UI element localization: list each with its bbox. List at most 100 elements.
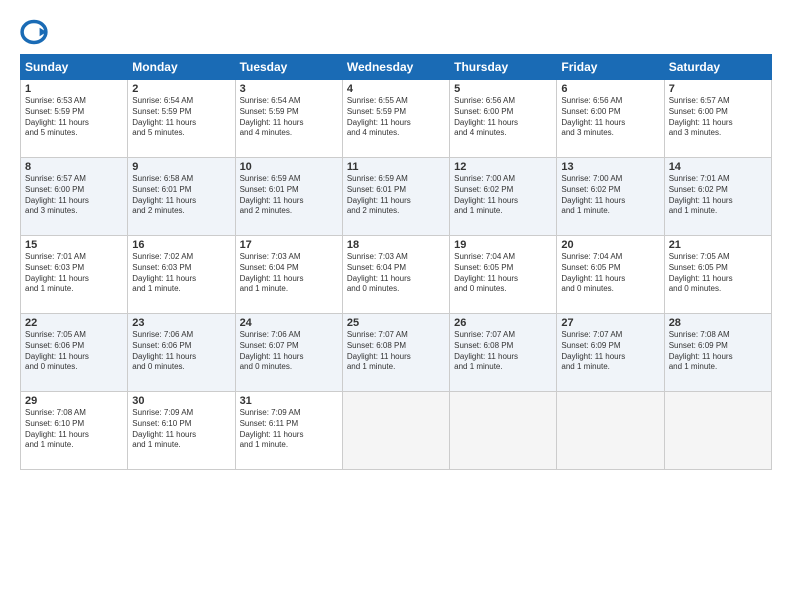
day-number: 27 xyxy=(561,317,659,329)
day-cell: 29Sunrise: 7:08 AM Sunset: 6:10 PM Dayli… xyxy=(21,392,128,470)
day-cell: 1Sunrise: 6:53 AM Sunset: 5:59 PM Daylig… xyxy=(21,80,128,158)
day-detail: Sunrise: 7:09 AM Sunset: 6:11 PM Dayligh… xyxy=(240,408,338,451)
day-cell: 14Sunrise: 7:01 AM Sunset: 6:02 PM Dayli… xyxy=(664,158,771,236)
day-cell: 23Sunrise: 7:06 AM Sunset: 6:06 PM Dayli… xyxy=(128,314,235,392)
day-cell: 30Sunrise: 7:09 AM Sunset: 6:10 PM Dayli… xyxy=(128,392,235,470)
day-number: 26 xyxy=(454,317,552,329)
day-number: 17 xyxy=(240,239,338,251)
day-cell xyxy=(450,392,557,470)
day-number: 5 xyxy=(454,83,552,95)
day-number: 13 xyxy=(561,161,659,173)
day-detail: Sunrise: 6:54 AM Sunset: 5:59 PM Dayligh… xyxy=(132,96,230,139)
day-cell: 21Sunrise: 7:05 AM Sunset: 6:05 PM Dayli… xyxy=(664,236,771,314)
day-cell: 22Sunrise: 7:05 AM Sunset: 6:06 PM Dayli… xyxy=(21,314,128,392)
col-header-saturday: Saturday xyxy=(664,55,771,80)
day-detail: Sunrise: 7:01 AM Sunset: 6:02 PM Dayligh… xyxy=(669,174,767,217)
day-detail: Sunrise: 6:53 AM Sunset: 5:59 PM Dayligh… xyxy=(25,96,123,139)
day-detail: Sunrise: 7:05 AM Sunset: 6:06 PM Dayligh… xyxy=(25,330,123,373)
week-row-2: 8Sunrise: 6:57 AM Sunset: 6:00 PM Daylig… xyxy=(21,158,772,236)
day-detail: Sunrise: 7:07 AM Sunset: 6:08 PM Dayligh… xyxy=(454,330,552,373)
day-cell: 28Sunrise: 7:08 AM Sunset: 6:09 PM Dayli… xyxy=(664,314,771,392)
day-detail: Sunrise: 6:57 AM Sunset: 6:00 PM Dayligh… xyxy=(25,174,123,217)
day-cell: 10Sunrise: 6:59 AM Sunset: 6:01 PM Dayli… xyxy=(235,158,342,236)
header xyxy=(20,18,772,46)
calendar-table: SundayMondayTuesdayWednesdayThursdayFrid… xyxy=(20,54,772,470)
day-detail: Sunrise: 7:03 AM Sunset: 6:04 PM Dayligh… xyxy=(240,252,338,295)
day-cell: 16Sunrise: 7:02 AM Sunset: 6:03 PM Dayli… xyxy=(128,236,235,314)
col-header-wednesday: Wednesday xyxy=(342,55,449,80)
day-number: 10 xyxy=(240,161,338,173)
day-cell: 26Sunrise: 7:07 AM Sunset: 6:08 PM Dayli… xyxy=(450,314,557,392)
day-cell: 17Sunrise: 7:03 AM Sunset: 6:04 PM Dayli… xyxy=(235,236,342,314)
week-row-5: 29Sunrise: 7:08 AM Sunset: 6:10 PM Dayli… xyxy=(21,392,772,470)
day-cell: 31Sunrise: 7:09 AM Sunset: 6:11 PM Dayli… xyxy=(235,392,342,470)
day-number: 11 xyxy=(347,161,445,173)
day-detail: Sunrise: 7:09 AM Sunset: 6:10 PM Dayligh… xyxy=(132,408,230,451)
day-detail: Sunrise: 7:07 AM Sunset: 6:08 PM Dayligh… xyxy=(347,330,445,373)
day-detail: Sunrise: 6:56 AM Sunset: 6:00 PM Dayligh… xyxy=(454,96,552,139)
day-number: 25 xyxy=(347,317,445,329)
day-number: 31 xyxy=(240,395,338,407)
day-detail: Sunrise: 7:07 AM Sunset: 6:09 PM Dayligh… xyxy=(561,330,659,373)
day-cell: 27Sunrise: 7:07 AM Sunset: 6:09 PM Dayli… xyxy=(557,314,664,392)
day-cell: 8Sunrise: 6:57 AM Sunset: 6:00 PM Daylig… xyxy=(21,158,128,236)
day-detail: Sunrise: 7:00 AM Sunset: 6:02 PM Dayligh… xyxy=(561,174,659,217)
day-detail: Sunrise: 7:08 AM Sunset: 6:10 PM Dayligh… xyxy=(25,408,123,451)
day-cell: 15Sunrise: 7:01 AM Sunset: 6:03 PM Dayli… xyxy=(21,236,128,314)
day-number: 4 xyxy=(347,83,445,95)
day-number: 3 xyxy=(240,83,338,95)
day-detail: Sunrise: 7:05 AM Sunset: 6:05 PM Dayligh… xyxy=(669,252,767,295)
day-cell: 2Sunrise: 6:54 AM Sunset: 5:59 PM Daylig… xyxy=(128,80,235,158)
day-cell: 25Sunrise: 7:07 AM Sunset: 6:08 PM Dayli… xyxy=(342,314,449,392)
day-number: 23 xyxy=(132,317,230,329)
day-number: 9 xyxy=(132,161,230,173)
day-number: 18 xyxy=(347,239,445,251)
day-number: 30 xyxy=(132,395,230,407)
day-number: 20 xyxy=(561,239,659,251)
day-number: 2 xyxy=(132,83,230,95)
day-number: 29 xyxy=(25,395,123,407)
day-detail: Sunrise: 7:06 AM Sunset: 6:06 PM Dayligh… xyxy=(132,330,230,373)
logo xyxy=(20,18,52,46)
col-header-friday: Friday xyxy=(557,55,664,80)
day-number: 8 xyxy=(25,161,123,173)
day-cell: 24Sunrise: 7:06 AM Sunset: 6:07 PM Dayli… xyxy=(235,314,342,392)
day-number: 14 xyxy=(669,161,767,173)
day-cell: 3Sunrise: 6:54 AM Sunset: 5:59 PM Daylig… xyxy=(235,80,342,158)
day-number: 7 xyxy=(669,83,767,95)
day-number: 1 xyxy=(25,83,123,95)
page: SundayMondayTuesdayWednesdayThursdayFrid… xyxy=(0,0,792,612)
day-detail: Sunrise: 6:59 AM Sunset: 6:01 PM Dayligh… xyxy=(240,174,338,217)
logo-icon xyxy=(20,18,48,46)
day-cell xyxy=(342,392,449,470)
day-detail: Sunrise: 7:03 AM Sunset: 6:04 PM Dayligh… xyxy=(347,252,445,295)
day-cell: 18Sunrise: 7:03 AM Sunset: 6:04 PM Dayli… xyxy=(342,236,449,314)
day-number: 16 xyxy=(132,239,230,251)
day-cell: 6Sunrise: 6:56 AM Sunset: 6:00 PM Daylig… xyxy=(557,80,664,158)
day-detail: Sunrise: 6:57 AM Sunset: 6:00 PM Dayligh… xyxy=(669,96,767,139)
day-detail: Sunrise: 7:04 AM Sunset: 6:05 PM Dayligh… xyxy=(454,252,552,295)
col-header-sunday: Sunday xyxy=(21,55,128,80)
day-detail: Sunrise: 7:01 AM Sunset: 6:03 PM Dayligh… xyxy=(25,252,123,295)
day-cell xyxy=(664,392,771,470)
day-cell: 5Sunrise: 6:56 AM Sunset: 6:00 PM Daylig… xyxy=(450,80,557,158)
day-cell: 19Sunrise: 7:04 AM Sunset: 6:05 PM Dayli… xyxy=(450,236,557,314)
day-number: 12 xyxy=(454,161,552,173)
day-number: 19 xyxy=(454,239,552,251)
day-number: 21 xyxy=(669,239,767,251)
week-row-4: 22Sunrise: 7:05 AM Sunset: 6:06 PM Dayli… xyxy=(21,314,772,392)
day-cell: 11Sunrise: 6:59 AM Sunset: 6:01 PM Dayli… xyxy=(342,158,449,236)
day-detail: Sunrise: 6:55 AM Sunset: 5:59 PM Dayligh… xyxy=(347,96,445,139)
day-number: 6 xyxy=(561,83,659,95)
day-cell: 7Sunrise: 6:57 AM Sunset: 6:00 PM Daylig… xyxy=(664,80,771,158)
day-detail: Sunrise: 7:00 AM Sunset: 6:02 PM Dayligh… xyxy=(454,174,552,217)
day-detail: Sunrise: 7:04 AM Sunset: 6:05 PM Dayligh… xyxy=(561,252,659,295)
day-detail: Sunrise: 7:02 AM Sunset: 6:03 PM Dayligh… xyxy=(132,252,230,295)
day-detail: Sunrise: 6:56 AM Sunset: 6:00 PM Dayligh… xyxy=(561,96,659,139)
week-row-1: 1Sunrise: 6:53 AM Sunset: 5:59 PM Daylig… xyxy=(21,80,772,158)
day-cell xyxy=(557,392,664,470)
col-header-tuesday: Tuesday xyxy=(235,55,342,80)
day-cell: 9Sunrise: 6:58 AM Sunset: 6:01 PM Daylig… xyxy=(128,158,235,236)
day-number: 22 xyxy=(25,317,123,329)
week-row-3: 15Sunrise: 7:01 AM Sunset: 6:03 PM Dayli… xyxy=(21,236,772,314)
